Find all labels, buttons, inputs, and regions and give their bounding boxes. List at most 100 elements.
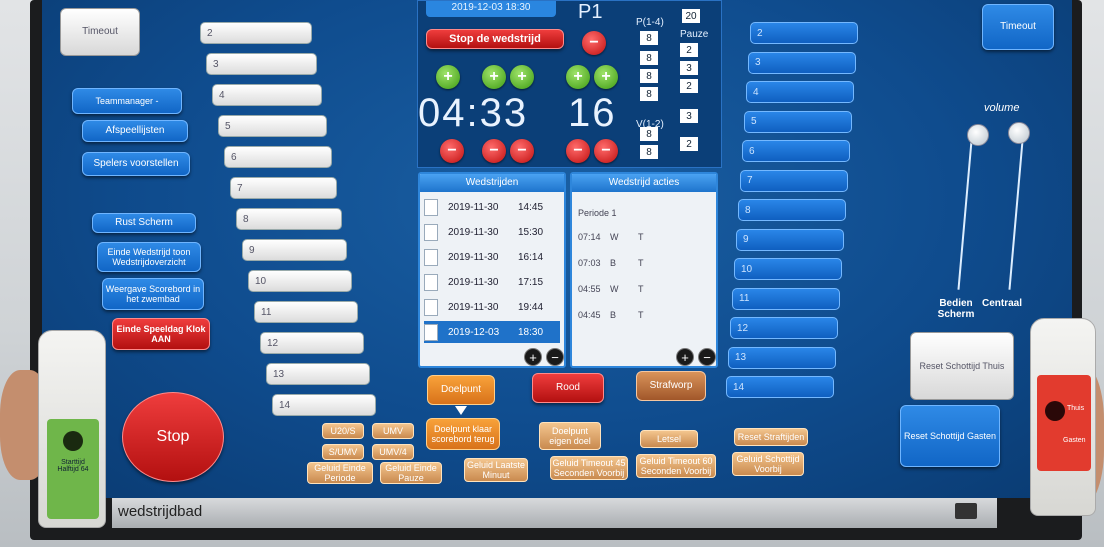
action-team: B	[610, 258, 617, 268]
sound-timeout-60-button[interactable]: Geluid Timeout 60 Seconden Voorbij	[636, 454, 716, 478]
away-player-slot[interactable]: 3	[748, 51, 856, 74]
home-player-slot[interactable]: 4	[212, 84, 322, 106]
home-player-slot[interactable]: 8	[236, 208, 342, 230]
match-row[interactable]: 2019-11-30 17:15	[424, 271, 560, 293]
volume-central-slider-knob[interactable]	[1008, 122, 1030, 144]
home-player-slot[interactable]: 11	[254, 301, 358, 323]
reset-shot-clock-away-button[interactable]: Reset Schottijd Gasten	[900, 405, 1000, 467]
away-player-slot[interactable]: 7	[740, 169, 848, 192]
timeout-home-button[interactable]: Timeout	[60, 8, 140, 56]
stop-match-button[interactable]: Stop de wedstrijd	[426, 29, 564, 49]
pause-duration-value[interactable]: 2	[680, 137, 698, 151]
home-player-slot[interactable]: 3	[206, 53, 317, 75]
away-player-slot[interactable]: 4	[746, 81, 854, 103]
clock-sec-tens-minus-button[interactable]: −	[482, 139, 506, 163]
score-tens-plus-button[interactable]: +	[566, 65, 590, 89]
umv4-button[interactable]: UMV/4	[372, 444, 414, 460]
match-row[interactable]: 2019-12-03 18:30	[424, 321, 560, 343]
add-action-button[interactable]: +	[676, 348, 694, 366]
pause-duration-value[interactable]: 2	[680, 79, 698, 93]
document-icon	[424, 198, 438, 216]
umv-button[interactable]: UMV	[372, 423, 414, 439]
sound-timeout-45-button[interactable]: Geluid Timeout 45 Seconden Voorbij	[550, 456, 628, 480]
injury-button[interactable]: Letsel	[640, 430, 698, 448]
goal-button[interactable]: Doelpunt	[427, 375, 495, 405]
period-minus-button[interactable]: −	[582, 31, 606, 55]
remove-action-button[interactable]: −	[698, 348, 716, 366]
match-row[interactable]: 2019-11-30 15:30	[424, 221, 560, 243]
clock-min-minus-button[interactable]: −	[440, 139, 464, 163]
pause-value[interactable]: 20	[682, 9, 700, 23]
match-date: 2019-11-30	[448, 276, 499, 288]
score-ones-minus-button[interactable]: −	[594, 139, 618, 163]
introduce-players-button[interactable]: Spelers voorstellen	[82, 152, 190, 176]
sound-end-pause-button[interactable]: Geluid Einde Pauze	[380, 462, 442, 484]
volume-screen-slider-knob[interactable]	[967, 124, 989, 146]
sound-last-minute-button[interactable]: Geluid Laatste Minuut	[464, 458, 528, 482]
stop-button[interactable]: Stop	[122, 392, 224, 482]
home-player-slot[interactable]: 6	[224, 146, 332, 168]
pause-duration-value[interactable]: 3	[680, 61, 698, 75]
away-player-slot[interactable]: 14	[726, 376, 834, 398]
away-player-slot[interactable]: 10	[734, 258, 842, 280]
away-player-slot[interactable]: 5	[744, 110, 852, 133]
u20s-button[interactable]: U20/S	[322, 423, 364, 439]
end-match-overview-button[interactable]: Einde Wedstrijd toon Wedstrijdoverzicht	[97, 242, 201, 272]
match-date: 2019-12-03	[448, 326, 500, 338]
clock-sec-tens-plus-button[interactable]: +	[482, 65, 506, 89]
period-duration-value[interactable]: 8	[640, 69, 658, 83]
period-duration-value[interactable]: 8	[640, 31, 658, 45]
add-match-button[interactable]: +	[524, 348, 542, 366]
home-player-slot[interactable]: 12	[260, 332, 364, 354]
volume-central-slider-track[interactable]	[1008, 140, 1024, 290]
away-player-slot[interactable]: 6	[742, 140, 850, 162]
period-duration-value[interactable]: 8	[640, 87, 658, 101]
penalty-throw-button[interactable]: Strafworp	[636, 371, 706, 401]
home-player-slot[interactable]: 2	[200, 22, 312, 44]
home-player-slot[interactable]: 7	[230, 177, 337, 199]
home-player-slot[interactable]: 5	[218, 115, 327, 137]
s-umv-button[interactable]: S/UMV	[322, 444, 364, 460]
period-duration-value[interactable]: 8	[640, 145, 658, 159]
home-player-slot[interactable]: 14	[272, 394, 376, 416]
away-player-slot[interactable]: 12	[730, 317, 838, 339]
away-player-slot[interactable]: 11	[732, 287, 840, 310]
break-screen-button[interactable]: Rust Scherm	[92, 213, 196, 233]
score-tens-minus-button[interactable]: −	[566, 139, 590, 163]
photo-stage: Timeout Teammanager - Afspeellijsten Spe…	[0, 0, 1104, 547]
playlists-button[interactable]: Afspeellijsten	[82, 120, 188, 142]
home-player-slot[interactable]: 9	[242, 239, 347, 261]
away-player-slot[interactable]: 9	[736, 228, 844, 251]
pause-duration-value[interactable]: 3	[680, 109, 698, 123]
clock-sec-ones-plus-button[interactable]: +	[510, 65, 534, 89]
pause-duration-value[interactable]: 2	[680, 43, 698, 57]
show-pool-scoreboard-button[interactable]: Weergave Scorebord in het zwembad	[102, 278, 204, 310]
volume-screen-slider-track[interactable]	[957, 140, 973, 290]
match-row[interactable]: 2019-11-30 14:45	[424, 196, 560, 218]
teammanager-button[interactable]: Teammanager -	[72, 88, 182, 114]
reset-shot-clock-home-button[interactable]: Reset Schottijd Thuis	[910, 332, 1014, 400]
reset-penalty-times-button[interactable]: Reset Straftijden	[734, 428, 808, 446]
away-player-slot[interactable]: 2	[750, 22, 858, 44]
remove-match-button[interactable]: −	[546, 348, 564, 366]
red-card-button[interactable]: Rood	[532, 373, 604, 403]
home-player-slot[interactable]: 10	[248, 270, 352, 292]
end-match-day-clock-on-button[interactable]: Einde Speeldag Klok AAN	[112, 318, 210, 350]
away-remote-label-bottom: Gasten	[1063, 437, 1086, 444]
period-duration-value[interactable]: 8	[640, 127, 658, 141]
game-clock: 04:33	[418, 91, 529, 135]
period-duration-value[interactable]: 8	[640, 51, 658, 65]
sound-end-period-button[interactable]: Geluid Einde Periode	[307, 462, 373, 484]
goal-done-scoreboard-back-button[interactable]: Doelpunt klaar scorebord terug	[426, 418, 500, 450]
sound-shot-clock-button[interactable]: Geluid Schottijd Voorbij	[732, 452, 804, 476]
away-player-slot[interactable]: 13	[728, 346, 836, 369]
match-row[interactable]: 2019-11-30 19:44	[424, 296, 560, 318]
clock-sec-ones-minus-button[interactable]: −	[510, 139, 534, 163]
away-player-slot[interactable]: 8	[738, 199, 846, 221]
own-goal-button[interactable]: Doelpunt eigen doel	[539, 422, 601, 450]
match-row[interactable]: 2019-11-30 16:14	[424, 246, 560, 268]
timeout-away-button[interactable]: Timeout	[982, 4, 1054, 50]
clock-min-plus-button[interactable]: +	[436, 65, 460, 89]
score-ones-plus-button[interactable]: +	[594, 65, 618, 89]
home-player-slot[interactable]: 13	[266, 363, 370, 385]
